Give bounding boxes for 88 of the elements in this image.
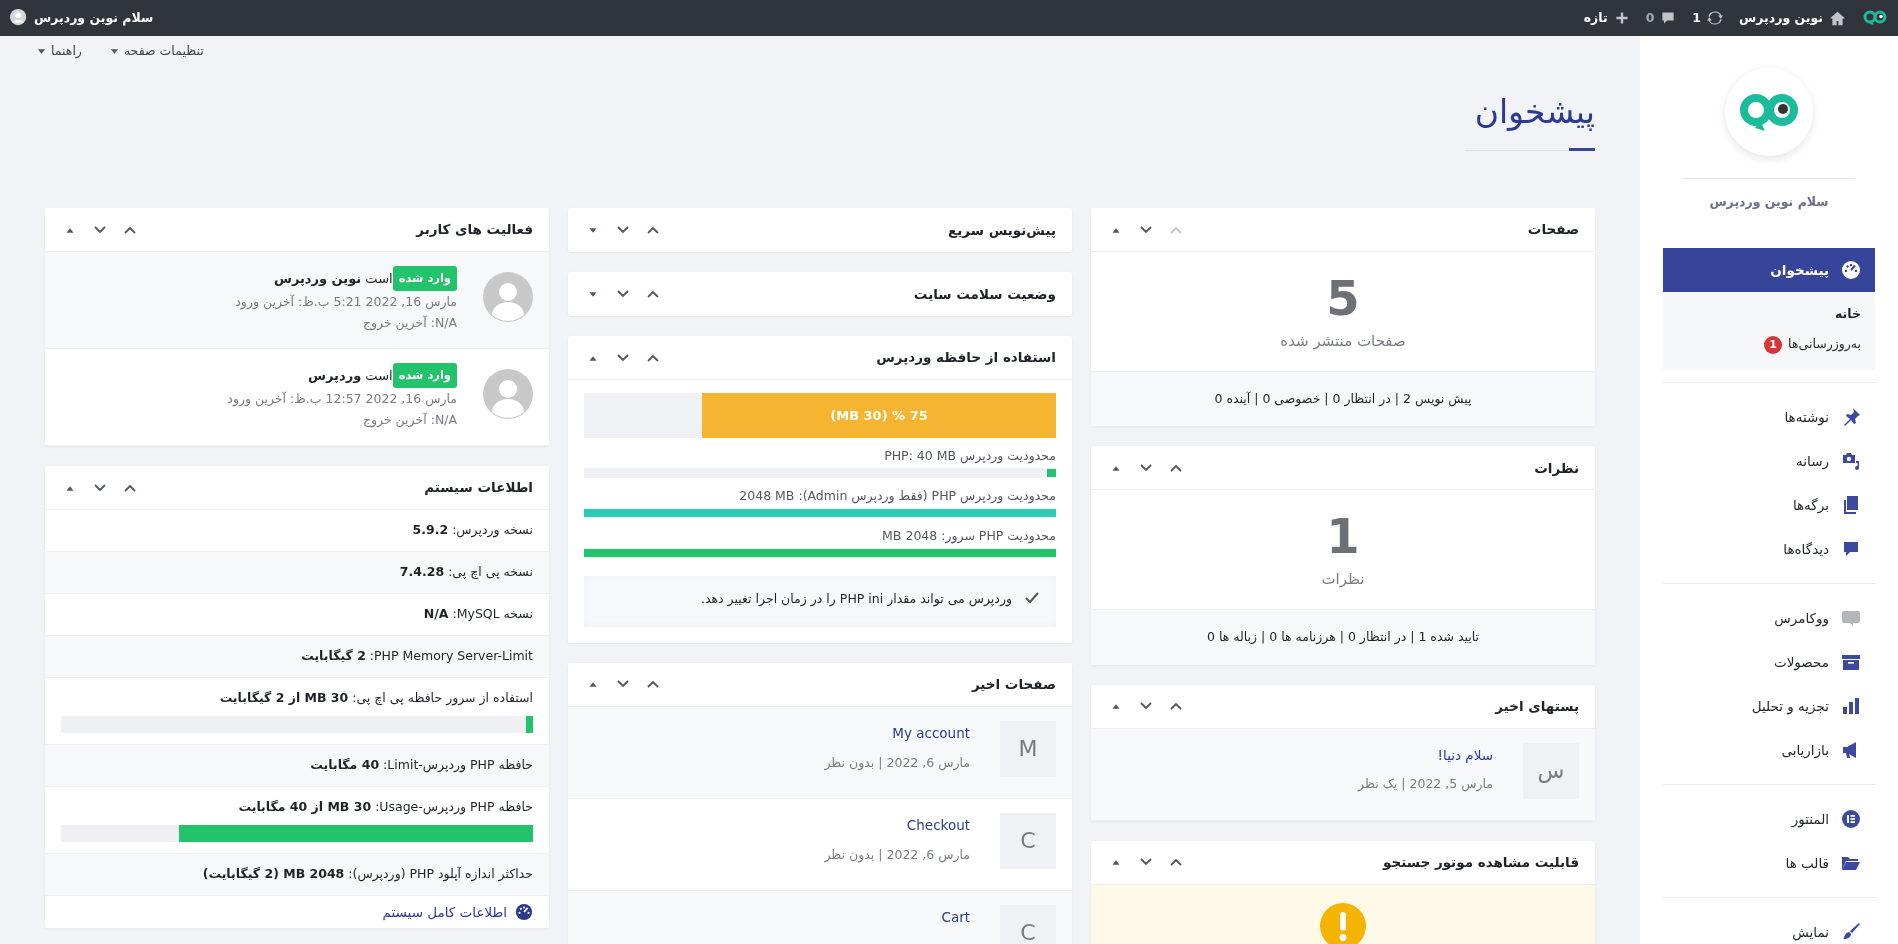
post-link[interactable]: Checkout (906, 814, 970, 835)
dropdown-link[interactable]: تنظیمات صفحه (109, 41, 204, 61)
widget-title: استفاده از حافظه وردپرس (876, 348, 1056, 368)
thumbnail: M (1000, 720, 1056, 777)
limit-label: محدودیت وردپرس PHP (فقط وردپرس Admin): 2048 MB (739, 488, 1056, 503)
plus-icon (1613, 10, 1630, 26)
avatar-icon (10, 9, 28, 27)
widget-title: صفحات اخیر (971, 675, 1056, 695)
account-link[interactable]: سلام نوین وردپرس (10, 8, 154, 28)
bar-chart-icon (1841, 695, 1861, 716)
menu-item[interactable]: نوشته‌ها (1663, 394, 1875, 439)
menu-item[interactable]: محصولات (1663, 639, 1875, 684)
thumbnail: C (1000, 904, 1056, 944)
menu-item[interactable]: دیدگاه‌ها (1663, 526, 1875, 571)
widget-title: صفحات (1527, 220, 1579, 240)
avatar-icon (483, 272, 533, 322)
site-link[interactable]: نوین وردپرس (1739, 8, 1846, 28)
logo-icon[interactable] (1862, 9, 1888, 27)
menu-item[interactable]: نمایش (1663, 909, 1875, 944)
updates-link[interactable]: 1 (1692, 8, 1724, 28)
system-info-link[interactable]: اطلاعات کامل سیستم (45, 895, 549, 928)
bar-label: (MB 30) % 75 (830, 406, 928, 425)
info-text: حافظه PHP وردپرس-Usage: 30 MB از 40 مگابایت (238, 798, 533, 814)
check-icon (1024, 590, 1040, 606)
post-link[interactable]: My account (892, 722, 970, 743)
thumbnail: C (1000, 812, 1056, 869)
media-icon (1841, 450, 1861, 471)
count-number: 5 (1326, 269, 1360, 328)
menu-item[interactable]: قالب ها (1663, 840, 1875, 885)
status-summary: تایید شده 1 | در انتظار 0 | هرزنامه ها 0 | زباله ها 0 (1206, 628, 1479, 644)
count-badge: 1 (1764, 335, 1783, 354)
menu-item[interactable]: تجزیه و تحلیل (1663, 683, 1875, 728)
warning-icon (1320, 902, 1366, 944)
home-icon (1829, 9, 1846, 27)
dashboard-icon (1841, 259, 1861, 280)
user-name: است نوین وردپرس (273, 269, 393, 288)
logo-icon (1739, 92, 1799, 132)
comments-link[interactable]: 0 (1645, 8, 1677, 28)
info-text: استفاده از سرور حافظه پی اچ پی: 30 MB از 2 گیگابایت (219, 690, 533, 705)
menu-item[interactable]: ووکامرس (1663, 595, 1875, 640)
widget-title: وضعیت سلامت سایت (913, 284, 1056, 304)
widget-title: فعالیت های کاربر (416, 220, 533, 240)
new-link[interactable]: تازه (1583, 8, 1630, 28)
caret-icon (37, 46, 46, 56)
count-caption: نظرات (1321, 570, 1365, 589)
last-logout-text: N/A: آخرین خروج (362, 412, 457, 428)
brush-icon (1841, 921, 1861, 942)
refresh-icon (1707, 10, 1724, 26)
info-text: حداکثر اندازه آپلود PHP (وردپرس): 2048 MB (2 گیگابایت) (202, 865, 533, 881)
limit-label: محدودیت وردپرس PHP: 40 MB (884, 448, 1056, 463)
widget-title: اطلاعات سیستم (424, 478, 533, 498)
widget-title: پیش‌نویس سریع (948, 220, 1056, 240)
widget-title: پستهای اخیر (1495, 696, 1579, 716)
dashboard-icon (515, 902, 533, 921)
status-badge: وارد شده (392, 266, 457, 292)
post-meta: مارس 6, 2022 | بدون نظر (824, 754, 970, 770)
dropdown-link[interactable]: راهنما (37, 41, 82, 61)
menu-item[interactable]: بازاریابی (1663, 727, 1875, 772)
post-link[interactable]: سلام دنیا! (1437, 744, 1493, 765)
last-login-text: مارس 16, 2022 12:57 ب.ظ: آخرین ورود (227, 391, 457, 407)
menu-item[interactable]: برگه‌ها (1663, 482, 1875, 527)
submenu-item[interactable]: خانه (1677, 299, 1861, 330)
note-text: وردپرس می تواند مقدار PHP ini را در زمان اجرا تغییر دهد. (700, 590, 1012, 609)
menu-item[interactable]: المنتور (1663, 796, 1875, 841)
post-link[interactable]: Cart (941, 906, 970, 927)
limit-label: محدودیت PHP سرور: 2048 MB (882, 528, 1056, 543)
avatar-icon (483, 369, 533, 419)
info-text: حافظه PHP وردپرس-Limit: 40 مگابایت (310, 756, 533, 772)
caret-icon (109, 46, 119, 56)
status-summary: پیش نویس 2 | در انتظار 0 | خصوصی 0 | آینده 0 (1214, 390, 1472, 406)
post-meta: مارس 5, 2022 | یک نظر (1358, 776, 1493, 792)
elementor-icon (1841, 808, 1861, 829)
widget-title: قابلیت مشاهده موتور جستجو (1383, 852, 1579, 872)
page-title: پیشخوان (1473, 91, 1595, 133)
post-meta: مارس 6, 2022 | بدون نظر (824, 846, 970, 862)
last-logout-text: N/A: آخرین خروج (362, 315, 457, 331)
count-caption: صفحات منتشر شده (1280, 332, 1406, 350)
greeting-text: سلام نوین وردپرس (1709, 193, 1829, 212)
count-number: 1 (1326, 507, 1360, 567)
widget-title: نظرات (1534, 458, 1579, 478)
user-name: است وردپرس (308, 366, 393, 385)
menu-item[interactable]: رسانه (1663, 438, 1875, 483)
comment-icon (1660, 10, 1677, 26)
pages-icon (1841, 494, 1861, 515)
menu-item[interactable]: پیشخوان (1663, 247, 1875, 292)
last-login-text: مارس 16, 2022 5:21 ب.ظ: آخرین ورود (235, 294, 457, 310)
status-badge: وارد شده (392, 363, 457, 389)
thumbnail: س (1523, 742, 1579, 799)
